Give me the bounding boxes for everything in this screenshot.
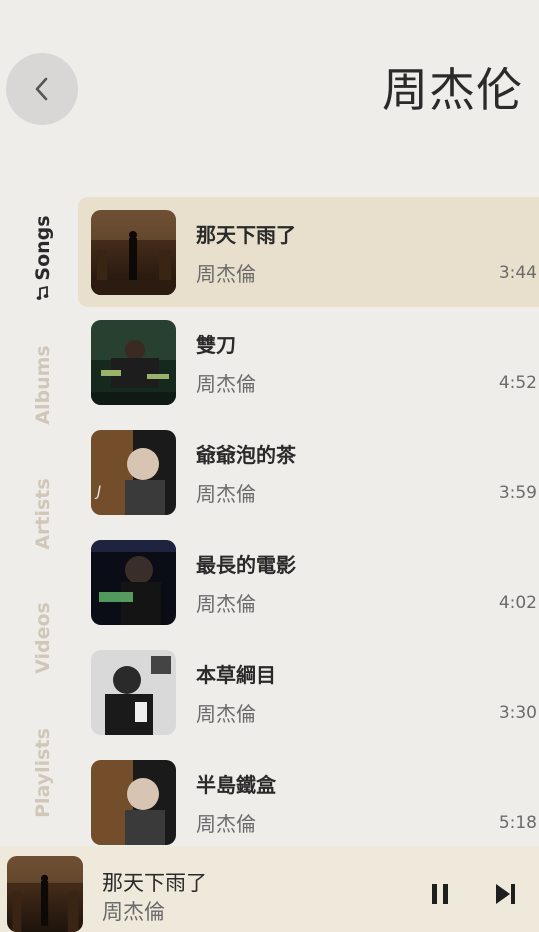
now-playing-artist: 周杰倫: [102, 900, 165, 924]
tab-playlists-label: Playlists: [32, 728, 54, 818]
tab-artists-label: Artists: [32, 478, 54, 550]
song-artist: 周杰倫: [196, 702, 256, 726]
song-row[interactable]: 最長的電影 周杰倫 4:02: [78, 527, 539, 637]
album-cover: [91, 760, 176, 845]
next-track-button[interactable]: [488, 876, 524, 912]
song-row[interactable]: 雙刀 周杰倫 4:52: [78, 307, 539, 417]
song-title: 本草綱目: [196, 663, 276, 687]
song-list: 那天下雨了 周杰倫 3:44 雙刀 周杰倫 4:52 J 爺爺泡的茶 周杰倫 3…: [78, 197, 539, 857]
song-artist: 周杰倫: [196, 812, 256, 836]
album-cover: [91, 650, 176, 735]
now-playing-title: 那天下雨了: [102, 871, 207, 895]
song-title: 雙刀: [196, 333, 236, 357]
album-cover: [91, 540, 176, 625]
song-title: 那天下雨了: [196, 223, 296, 247]
song-row[interactable]: 本草綱目 周杰倫 3:30: [78, 637, 539, 747]
tab-videos-label: Videos: [32, 602, 54, 674]
song-duration: 4:52: [498, 373, 537, 393]
pause-icon: [432, 884, 448, 904]
song-title: 半島鐵盒: [196, 773, 276, 797]
song-row[interactable]: 半島鐵盒 周杰倫 5:18: [78, 747, 539, 857]
song-duration: 3:30: [498, 703, 537, 723]
song-duration: 4:02: [498, 593, 537, 613]
album-cover: J: [91, 430, 176, 515]
song-artist: 周杰倫: [196, 482, 256, 506]
song-artist: 周杰倫: [196, 372, 256, 396]
music-note-icon: [35, 285, 51, 301]
tab-albums-label: Albums: [32, 345, 54, 425]
tab-videos[interactable]: Videos: [32, 602, 54, 674]
album-cover: [91, 210, 176, 295]
page-title: 周杰伦: [382, 63, 523, 117]
chevron-left-icon: [35, 77, 48, 101]
song-row[interactable]: J 爺爺泡的茶 周杰倫 3:59: [78, 417, 539, 527]
tab-playlists[interactable]: Playlists: [32, 728, 54, 818]
now-playing-bar[interactable]: 那天下雨了 周杰倫: [0, 846, 539, 932]
now-playing-cover[interactable]: [7, 856, 83, 932]
song-title: 爺爺泡的茶: [196, 443, 296, 467]
song-title: 最長的電影: [196, 553, 296, 577]
side-nav: Songs Albums Artists Videos Playlists: [0, 190, 82, 840]
tab-songs[interactable]: Songs: [32, 215, 54, 300]
pause-button[interactable]: [422, 876, 458, 912]
tab-songs-label: Songs: [32, 215, 54, 281]
album-cover: [91, 320, 176, 405]
song-duration: 3:44: [498, 263, 537, 283]
song-artist: 周杰倫: [196, 262, 256, 286]
skip-next-icon: [496, 884, 515, 904]
song-duration: 3:59: [498, 483, 537, 503]
tab-albums[interactable]: Albums: [32, 345, 54, 424]
music-app-screen: 周杰伦 Songs Albums Artists Videos Playlist…: [0, 0, 539, 932]
song-row[interactable]: 那天下雨了 周杰倫 3:44: [78, 197, 539, 307]
back-button[interactable]: [6, 53, 78, 125]
song-duration: 5:18: [498, 813, 537, 833]
tab-artists[interactable]: Artists: [32, 478, 54, 549]
song-artist: 周杰倫: [196, 592, 256, 616]
